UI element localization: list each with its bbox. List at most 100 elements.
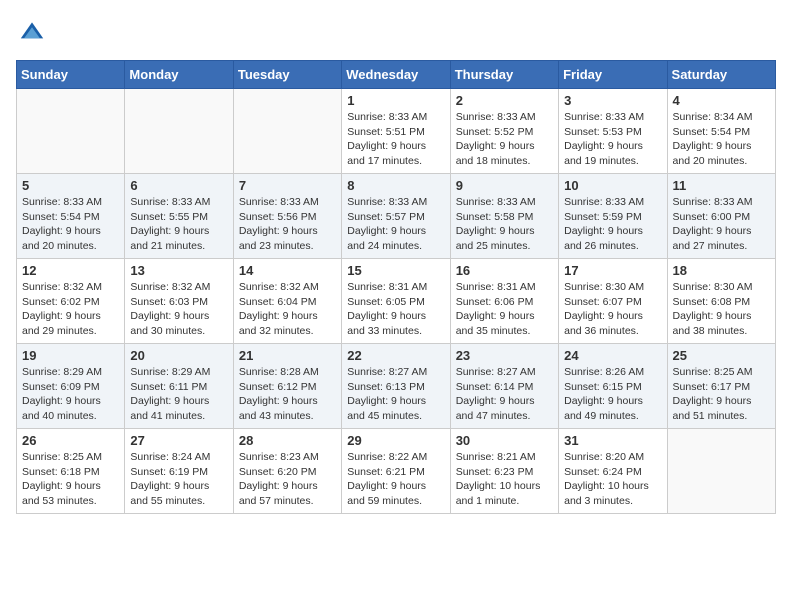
day-header-monday: Monday xyxy=(125,61,233,89)
logo xyxy=(16,16,52,48)
calendar-cell: 15 Sunrise: 8:31 AM Sunset: 6:05 PM Dayli… xyxy=(342,259,450,344)
day-info: Sunrise: 8:24 AM Sunset: 6:19 PM Dayligh… xyxy=(130,450,227,509)
day-info: Sunrise: 8:33 AM Sunset: 5:51 PM Dayligh… xyxy=(347,110,444,169)
day-number: 14 xyxy=(239,263,336,278)
day-number: 27 xyxy=(130,433,227,448)
day-info: Sunrise: 8:33 AM Sunset: 5:56 PM Dayligh… xyxy=(239,195,336,254)
day-number: 17 xyxy=(564,263,661,278)
calendar-cell: 12 Sunrise: 8:32 AM Sunset: 6:02 PM Dayli… xyxy=(17,259,125,344)
week-row-1: 1 Sunrise: 8:33 AM Sunset: 5:51 PM Daylig… xyxy=(17,89,776,174)
day-number: 12 xyxy=(22,263,119,278)
day-number: 7 xyxy=(239,178,336,193)
calendar-cell: 24Sunrise: 8:26 AM Sunset: 6:15 PM Dayli… xyxy=(559,344,667,429)
calendar-cell: 14 Sunrise: 8:32 AM Sunset: 6:04 PM Dayli… xyxy=(233,259,341,344)
day-info: Sunrise: 8:23 AM Sunset: 6:20 PM Dayligh… xyxy=(239,450,336,509)
day-info: Sunrise: 8:25 AM Sunset: 6:17 PM Dayligh… xyxy=(673,365,770,424)
calendar-cell: 28 Sunrise: 8:23 AM Sunset: 6:20 PM Dayli… xyxy=(233,429,341,514)
day-number: 3 xyxy=(564,93,661,108)
week-row-5: 26Sunrise: 8:25 AM Sunset: 6:18 PM Dayli… xyxy=(17,429,776,514)
day-header-friday: Friday xyxy=(559,61,667,89)
day-number: 8 xyxy=(347,178,444,193)
day-number: 23 xyxy=(456,348,553,363)
day-info: Sunrise: 8:33 AM Sunset: 5:58 PM Dayligh… xyxy=(456,195,553,254)
calendar-cell: 8 Sunrise: 8:33 AM Sunset: 5:57 PM Daylig… xyxy=(342,174,450,259)
day-number: 15 xyxy=(347,263,444,278)
calendar-cell: 7 Sunrise: 8:33 AM Sunset: 5:56 PM Daylig… xyxy=(233,174,341,259)
day-info: Sunrise: 8:34 AM Sunset: 5:54 PM Dayligh… xyxy=(673,110,770,169)
day-header-thursday: Thursday xyxy=(450,61,558,89)
calendar-cell: 10 Sunrise: 8:33 AM Sunset: 5:59 PM Dayli… xyxy=(559,174,667,259)
day-info: Sunrise: 8:21 AM Sunset: 6:23 PM Dayligh… xyxy=(456,450,553,509)
day-info: Sunrise: 8:22 AM Sunset: 6:21 PM Dayligh… xyxy=(347,450,444,509)
day-info: Sunrise: 8:31 AM Sunset: 6:06 PM Dayligh… xyxy=(456,280,553,339)
logo-icon xyxy=(16,16,48,48)
day-header-tuesday: Tuesday xyxy=(233,61,341,89)
day-number: 29 xyxy=(347,433,444,448)
day-info: Sunrise: 8:29 AM Sunset: 6:09 PM Dayligh… xyxy=(22,365,119,424)
calendar-cell: 2Sunrise: 8:33 AM Sunset: 5:52 PM Daylig… xyxy=(450,89,558,174)
calendar-cell: 20 Sunrise: 8:29 AM Sunset: 6:11 PM Dayli… xyxy=(125,344,233,429)
page: SundayMondayTuesdayWednesdayThursdayFrid… xyxy=(0,0,792,530)
calendar-cell xyxy=(125,89,233,174)
calendar-cell: 6Sunrise: 8:33 AM Sunset: 5:55 PM Daylig… xyxy=(125,174,233,259)
day-info: Sunrise: 8:30 AM Sunset: 6:08 PM Dayligh… xyxy=(673,280,770,339)
calendar-cell: 4Sunrise: 8:34 AM Sunset: 5:54 PM Daylig… xyxy=(667,89,775,174)
day-info: Sunrise: 8:33 AM Sunset: 6:00 PM Dayligh… xyxy=(673,195,770,254)
calendar-cell xyxy=(17,89,125,174)
day-number: 22 xyxy=(347,348,444,363)
day-number: 9 xyxy=(456,178,553,193)
calendar-cell xyxy=(233,89,341,174)
day-number: 21 xyxy=(239,348,336,363)
day-info: Sunrise: 8:29 AM Sunset: 6:11 PM Dayligh… xyxy=(130,365,227,424)
calendar-cell: 29 Sunrise: 8:22 AM Sunset: 6:21 PM Dayli… xyxy=(342,429,450,514)
day-number: 28 xyxy=(239,433,336,448)
day-number: 13 xyxy=(130,263,227,278)
week-row-3: 12 Sunrise: 8:32 AM Sunset: 6:02 PM Dayli… xyxy=(17,259,776,344)
day-info: Sunrise: 8:33 AM Sunset: 5:55 PM Dayligh… xyxy=(130,195,227,254)
calendar-cell: 16 Sunrise: 8:31 AM Sunset: 6:06 PM Dayli… xyxy=(450,259,558,344)
day-header-wednesday: Wednesday xyxy=(342,61,450,89)
week-row-2: 5Sunrise: 8:33 AM Sunset: 5:54 PM Daylig… xyxy=(17,174,776,259)
day-number: 30 xyxy=(456,433,553,448)
day-number: 1 xyxy=(347,93,444,108)
day-info: Sunrise: 8:33 AM Sunset: 5:59 PM Dayligh… xyxy=(564,195,661,254)
calendar-cell: 22 Sunrise: 8:27 AM Sunset: 6:13 PM Dayli… xyxy=(342,344,450,429)
day-info: Sunrise: 8:27 AM Sunset: 6:14 PM Dayligh… xyxy=(456,365,553,424)
day-number: 19 xyxy=(22,348,119,363)
calendar-cell: 1 Sunrise: 8:33 AM Sunset: 5:51 PM Daylig… xyxy=(342,89,450,174)
day-info: Sunrise: 8:30 AM Sunset: 6:07 PM Dayligh… xyxy=(564,280,661,339)
calendar-cell: 9 Sunrise: 8:33 AM Sunset: 5:58 PM Daylig… xyxy=(450,174,558,259)
calendar-cell: 21 Sunrise: 8:28 AM Sunset: 6:12 PM Dayli… xyxy=(233,344,341,429)
day-number: 5 xyxy=(22,178,119,193)
day-number: 25 xyxy=(673,348,770,363)
calendar-header-row: SundayMondayTuesdayWednesdayThursdayFrid… xyxy=(17,61,776,89)
day-number: 31 xyxy=(564,433,661,448)
day-info: Sunrise: 8:33 AM Sunset: 5:57 PM Dayligh… xyxy=(347,195,444,254)
day-info: Sunrise: 8:31 AM Sunset: 6:05 PM Dayligh… xyxy=(347,280,444,339)
calendar-cell: 17 Sunrise: 8:30 AM Sunset: 6:07 PM Dayli… xyxy=(559,259,667,344)
calendar: SundayMondayTuesdayWednesdayThursdayFrid… xyxy=(16,60,776,514)
week-row-4: 19 Sunrise: 8:29 AM Sunset: 6:09 PM Dayli… xyxy=(17,344,776,429)
day-number: 26 xyxy=(22,433,119,448)
calendar-cell: 3 Sunrise: 8:33 AM Sunset: 5:53 PM Daylig… xyxy=(559,89,667,174)
day-number: 20 xyxy=(130,348,227,363)
day-info: Sunrise: 8:32 AM Sunset: 6:02 PM Dayligh… xyxy=(22,280,119,339)
calendar-cell: 26Sunrise: 8:25 AM Sunset: 6:18 PM Dayli… xyxy=(17,429,125,514)
day-number: 10 xyxy=(564,178,661,193)
calendar-cell: 11Sunrise: 8:33 AM Sunset: 6:00 PM Dayli… xyxy=(667,174,775,259)
day-info: Sunrise: 8:32 AM Sunset: 6:03 PM Dayligh… xyxy=(130,280,227,339)
calendar-cell: 27 Sunrise: 8:24 AM Sunset: 6:19 PM Dayli… xyxy=(125,429,233,514)
day-info: Sunrise: 8:28 AM Sunset: 6:12 PM Dayligh… xyxy=(239,365,336,424)
day-number: 16 xyxy=(456,263,553,278)
calendar-cell: 30 Sunrise: 8:21 AM Sunset: 6:23 PM Dayli… xyxy=(450,429,558,514)
header xyxy=(16,16,776,48)
day-info: Sunrise: 8:27 AM Sunset: 6:13 PM Dayligh… xyxy=(347,365,444,424)
calendar-cell: 25 Sunrise: 8:25 AM Sunset: 6:17 PM Dayli… xyxy=(667,344,775,429)
calendar-cell xyxy=(667,429,775,514)
day-info: Sunrise: 8:33 AM Sunset: 5:53 PM Dayligh… xyxy=(564,110,661,169)
day-info: Sunrise: 8:32 AM Sunset: 6:04 PM Dayligh… xyxy=(239,280,336,339)
calendar-cell: 5Sunrise: 8:33 AM Sunset: 5:54 PM Daylig… xyxy=(17,174,125,259)
day-header-saturday: Saturday xyxy=(667,61,775,89)
calendar-cell: 13 Sunrise: 8:32 AM Sunset: 6:03 PM Dayli… xyxy=(125,259,233,344)
day-number: 18 xyxy=(673,263,770,278)
